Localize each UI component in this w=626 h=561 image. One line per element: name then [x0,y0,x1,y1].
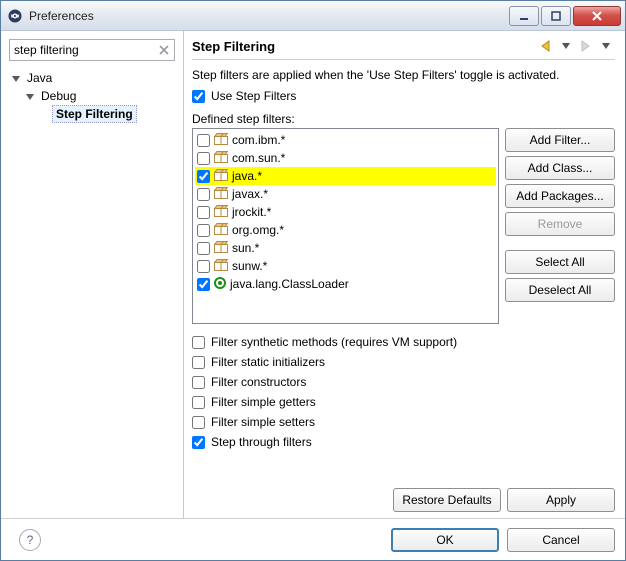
defined-filters-list[interactable]: com.ibm.* com.sun.* java.* javax.* jrockit.*… [192,128,499,324]
filter-row[interactable]: com.ibm.* [195,131,496,149]
preferences-sidebar: Java Debug Step Filtering [1,31,184,518]
package-icon [214,133,228,148]
nav-fwd-icon[interactable] [577,37,595,55]
filter-simple-setters-checkbox[interactable]: Filter simple setters [192,412,615,432]
filter-static-init-checkbox[interactable]: Filter static initializers [192,352,615,372]
expanded-twisty-icon[interactable] [11,73,22,84]
package-icon [214,169,228,184]
filter-checkbox[interactable] [197,188,210,201]
search-input[interactable] [9,39,175,61]
window-title: Preferences [29,9,509,23]
filter-checkbox[interactable] [197,170,210,183]
package-icon [214,241,228,256]
titlebar: Preferences [1,1,625,31]
defined-filters-label: Defined step filters: [192,112,615,126]
clear-search-icon[interactable] [155,41,173,59]
package-icon [214,205,228,220]
filter-checkbox[interactable] [197,278,210,291]
close-button[interactable] [573,6,621,26]
ok-button[interactable]: OK [391,528,499,552]
filter-row[interactable]: jrockit.* [195,203,496,221]
filter-checkbox[interactable] [197,224,210,237]
tree-item-debug[interactable]: Debug [25,87,179,105]
package-icon [214,151,228,166]
tree-item-step-filtering[interactable]: Step Filtering [39,105,179,123]
class-icon [214,277,226,292]
remove-button[interactable]: Remove [505,212,615,236]
filter-row[interactable]: java.* [195,167,496,185]
page-title: Step Filtering [192,39,535,54]
app-icon [7,8,23,24]
spacer [39,109,50,120]
maximize-button[interactable] [541,6,571,26]
step-through-filters-checkbox[interactable]: Step through filters [192,432,615,452]
filter-constructors-checkbox[interactable]: Filter constructors [192,372,615,392]
filter-label: sun.* [232,241,259,255]
filter-row[interactable]: sunw.* [195,257,496,275]
page-description: Step filters are applied when the 'Use S… [192,68,615,82]
preferences-window: Preferences [0,0,626,561]
filter-row[interactable]: com.sun.* [195,149,496,167]
cancel-button[interactable]: Cancel [507,528,615,552]
expanded-twisty-icon[interactable] [25,91,36,102]
add-class-button[interactable]: Add Class... [505,156,615,180]
nav-fwd-menu-icon[interactable] [597,37,615,55]
filter-label: java.* [232,169,262,183]
use-step-filters-input[interactable] [192,90,205,103]
preferences-page: Step Filtering Step filters are applied … [184,31,625,518]
filter-synthetic-checkbox[interactable]: Filter synthetic methods (requires VM su… [192,332,615,352]
minimize-button[interactable] [509,6,539,26]
use-step-filters-checkbox[interactable]: Use Step Filters [192,86,615,106]
filter-row[interactable]: org.omg.* [195,221,496,239]
apply-button[interactable]: Apply [507,488,615,512]
filter-row[interactable]: sun.* [195,239,496,257]
select-all-button[interactable]: Select All [505,250,615,274]
filter-label: com.ibm.* [232,133,285,147]
filter-label: javax.* [232,187,268,201]
deselect-all-button[interactable]: Deselect All [505,278,615,302]
filter-simple-getters-checkbox[interactable]: Filter simple getters [192,392,615,412]
package-icon [214,187,228,202]
add-filter-button[interactable]: Add Filter... [505,128,615,152]
dialog-button-bar: ? OK Cancel [1,518,625,560]
filter-label: org.omg.* [232,223,284,237]
nav-back-menu-icon[interactable] [557,37,575,55]
nav-back-icon[interactable] [537,37,555,55]
add-packages-button[interactable]: Add Packages... [505,184,615,208]
filter-checkbox[interactable] [197,134,210,147]
filter-checkbox[interactable] [197,260,210,273]
filter-checkbox[interactable] [197,206,210,219]
restore-defaults-button[interactable]: Restore Defaults [393,488,501,512]
options-group: Filter synthetic methods (requires VM su… [192,332,615,452]
filter-checkbox[interactable] [197,242,210,255]
tree-item-java[interactable]: Java [11,69,179,87]
filter-label: com.sun.* [232,151,285,165]
filter-row[interactable]: javax.* [195,185,496,203]
package-icon [214,259,228,274]
filter-checkbox[interactable] [197,152,210,165]
package-icon [214,223,228,238]
filter-label: jrockit.* [232,205,271,219]
filter-row[interactable]: java.lang.ClassLoader [195,275,496,293]
filter-label: sunw.* [232,259,267,273]
filter-label: java.lang.ClassLoader [230,277,349,291]
help-icon[interactable]: ? [19,529,41,551]
preferences-tree: Java Debug Step Filtering [5,69,179,123]
